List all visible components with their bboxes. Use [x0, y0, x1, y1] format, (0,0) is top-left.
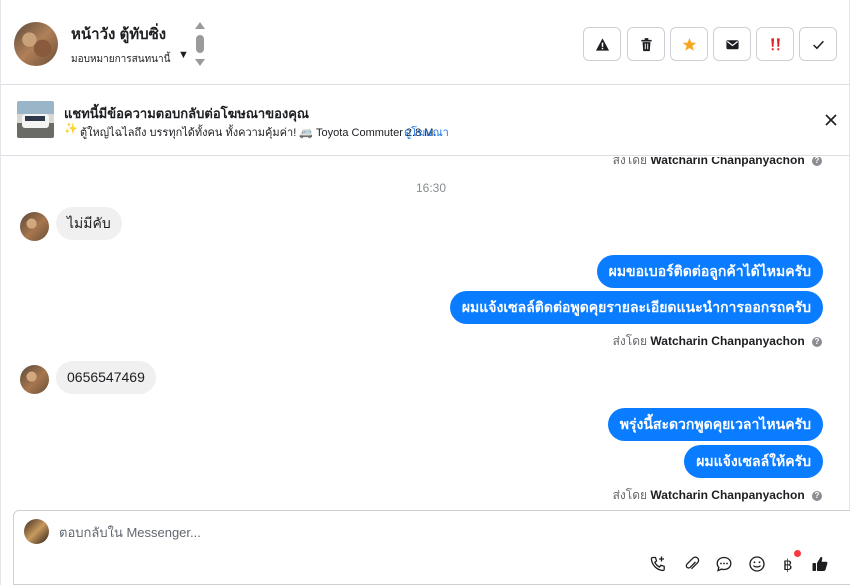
message-bubble-outgoing[interactable]: พรุ่งนี้สะดวกพูดคุยเวลาไหนครับ [607, 408, 823, 441]
warning-icon [595, 37, 609, 51]
assign-dropdown-caret-icon[interactable]: ▼ [178, 49, 189, 61]
star-icon [682, 37, 696, 51]
info-icon[interactable]: ? [812, 337, 822, 347]
contact-avatar-small[interactable] [20, 365, 49, 394]
baht-icon[interactable]: ฿ [778, 554, 798, 574]
star-button[interactable] [670, 27, 708, 61]
double-exclamation-icon [770, 37, 780, 50]
sent-by-name: Watcharin Chanpanyachon [650, 157, 805, 167]
paperclip-icon[interactable] [682, 554, 702, 574]
check-icon [812, 40, 824, 49]
inbox-conversation-view: หน้าวัง ตู้ทับซิ่ง มอบหมายการสนทนานี้ ▼ [0, 0, 850, 585]
scroll-thumb[interactable] [196, 35, 204, 53]
ad-thumbnail[interactable] [17, 101, 54, 138]
page-avatar [24, 519, 49, 544]
sent-by-name: Watcharin Chanpanyachon [650, 334, 805, 348]
mark-spam-button[interactable] [583, 27, 621, 61]
sent-by-label: ส่งโดย Watcharin Chanpanyachon ? [613, 332, 822, 351]
sent-by-label: ส่งโดย Watcharin Chanpanyachon ? [613, 486, 822, 505]
message-bubble-incoming[interactable]: ไม่มีคับ [56, 207, 122, 240]
saved-reply-icon[interactable] [714, 554, 734, 574]
van-window [25, 116, 45, 121]
sent-by-prefix: ส่งโดย [612, 488, 648, 502]
sent-by-prefix: ส่งโดย [612, 157, 648, 167]
conversation-header: หน้าวัง ตู้ทับซิ่ง มอบหมายการสนทนานี้ ▼ [1, 0, 850, 85]
svg-text:฿: ฿ [783, 556, 793, 573]
sent-by-prefix: ส่งโดย [612, 334, 648, 348]
message-bubble-outgoing[interactable]: ผมแจ้งเซลล์ให้ครับ [684, 445, 823, 478]
info-icon[interactable]: ? [812, 491, 822, 501]
message-bubble-incoming[interactable]: 0656547469 [56, 361, 156, 394]
contact-avatar-small[interactable] [20, 212, 49, 241]
phone-add-icon[interactable] [648, 554, 668, 574]
message-bubble-outgoing[interactable]: ผมแจ้งเซลล์ติดต่อพูดคุยรายละเอียดแนะนำกา… [449, 291, 823, 324]
time-separator: 16:30 [415, 181, 447, 195]
mark-important-button[interactable] [756, 27, 794, 61]
ad-banner-text: ตู้ใหญ่ไฉไลถึง บรรทุกได้ทั้งคน ทั้งความค… [80, 127, 443, 139]
sent-by-name: Watcharin Chanpanyachon [650, 488, 805, 502]
mark-unread-button[interactable] [713, 27, 751, 61]
like-icon[interactable] [810, 554, 830, 574]
view-ad-link[interactable]: ดูโฆษณา [404, 123, 449, 141]
contact-name[interactable]: หน้าวัง ตู้ทับซิ่ง [71, 22, 166, 46]
scroll-up-arrow-icon[interactable] [195, 22, 205, 29]
header-scroll-handle[interactable] [194, 22, 206, 66]
envelope-icon [725, 39, 739, 49]
sparkle-icon: ✨ [64, 123, 78, 135]
contact-avatar[interactable] [14, 22, 58, 66]
emoji-icon[interactable] [747, 554, 767, 574]
reply-input[interactable] [59, 522, 659, 542]
sent-by-label: ส่งโดย Watcharin Chanpanyachon ? [613, 157, 822, 170]
assign-conversation-label[interactable]: มอบหมายการสนทนานี้ [71, 52, 170, 67]
mark-done-button[interactable] [799, 27, 837, 61]
scroll-down-arrow-icon[interactable] [195, 59, 205, 66]
message-bubble-outgoing[interactable]: ผมขอเบอร์ติดต่อลูกค้าได้ไหมครับ [596, 255, 823, 288]
notification-dot [794, 550, 801, 557]
info-icon[interactable]: ? [812, 157, 822, 166]
ad-banner-title: แชทนี้มีข้อความตอบกลับต่อโฆษณาของคุณ [64, 106, 309, 121]
close-icon[interactable] [823, 112, 839, 128]
message-thread[interactable]: ส่งโดย Watcharin Chanpanyachon ? 16:30 ไ… [1, 157, 850, 509]
trash-icon [640, 37, 652, 51]
delete-button[interactable] [627, 27, 665, 61]
ad-reply-banner: แชทนี้มีข้อความตอบกลับต่อโฆษณาของคุณ ✨ ต… [1, 86, 850, 156]
